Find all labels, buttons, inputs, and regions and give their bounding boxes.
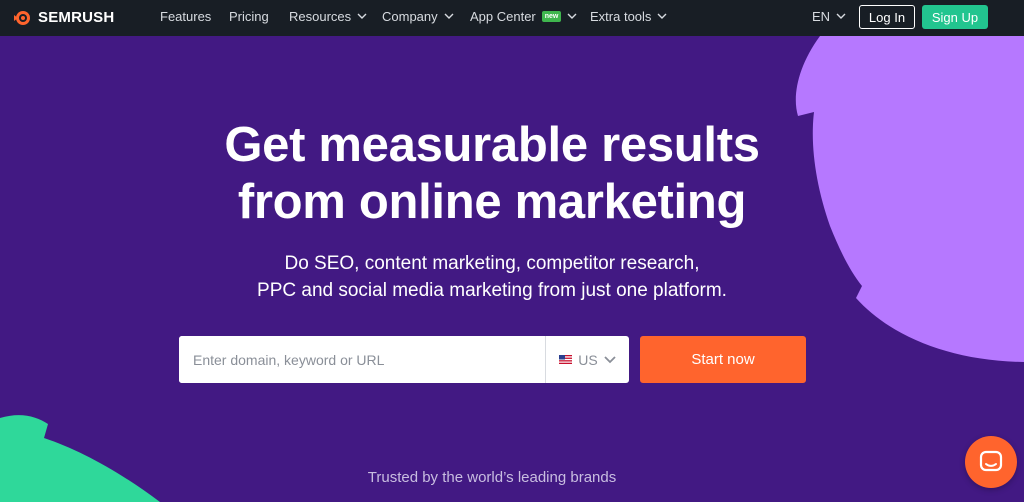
nav-item-company[interactable]: Company	[382, 9, 454, 24]
country-label: US	[578, 351, 598, 368]
nav-item-features[interactable]: Features	[160, 9, 211, 24]
subtitle-line: PPC and social media marketing from just…	[257, 280, 727, 301]
new-badge: new	[541, 11, 562, 22]
nav-item-pricing[interactable]: Pricing	[229, 9, 269, 24]
search-box: US	[179, 336, 629, 383]
chevron-down-icon	[657, 13, 667, 19]
nav-item-label: Extra tools	[590, 9, 652, 24]
nav-item-extra-tools[interactable]: Extra tools	[590, 9, 667, 24]
nav-item-label: App Center	[470, 9, 536, 24]
country-select[interactable]: US	[545, 336, 629, 383]
search-input[interactable]	[179, 336, 545, 383]
chevron-down-icon	[357, 13, 367, 19]
chat-button[interactable]	[965, 436, 1017, 488]
nav-item-app-center[interactable]: App Center new	[470, 9, 577, 24]
chevron-down-icon	[604, 355, 616, 363]
chat-bubble-icon	[979, 450, 1003, 472]
hero-subtitle: Do SEO, content marketing, competitor re…	[0, 250, 984, 304]
nav-item-label: Features	[160, 9, 212, 24]
nav-item-resources[interactable]: Resources	[289, 9, 367, 24]
us-flag-icon	[559, 355, 573, 364]
headline-line: from online marketing	[237, 175, 747, 229]
nav-item-label: Pricing	[229, 9, 269, 24]
brand-name: SEMRUSH	[38, 9, 115, 26]
login-button[interactable]: Log In	[859, 5, 915, 29]
chevron-down-icon	[444, 13, 454, 19]
semrush-fire-icon	[14, 10, 30, 25]
decorative-green-shape	[0, 415, 160, 502]
semrush-logo[interactable]: SEMRUSH	[13, 9, 114, 26]
trusted-brands-text: Trusted by the world’s leading brands	[367, 469, 617, 486]
chevron-down-icon	[567, 13, 577, 19]
start-now-button[interactable]: Start now	[640, 336, 806, 383]
signup-button[interactable]: Sign Up	[922, 5, 988, 29]
top-nav: SEMRUSH Features Pricing Resources Compa…	[0, 0, 1024, 36]
nav-item-label: Resources	[289, 9, 352, 24]
chevron-down-icon	[836, 13, 846, 19]
headline-line: Get measurable results	[224, 118, 760, 172]
language-label: EN	[812, 9, 831, 24]
nav-item-label: Company	[382, 9, 438, 24]
language-selector[interactable]: EN	[812, 9, 846, 24]
hero-headline: Get measurable results from online marke…	[0, 117, 984, 231]
subtitle-line: Do SEO, content marketing, competitor re…	[284, 253, 700, 274]
